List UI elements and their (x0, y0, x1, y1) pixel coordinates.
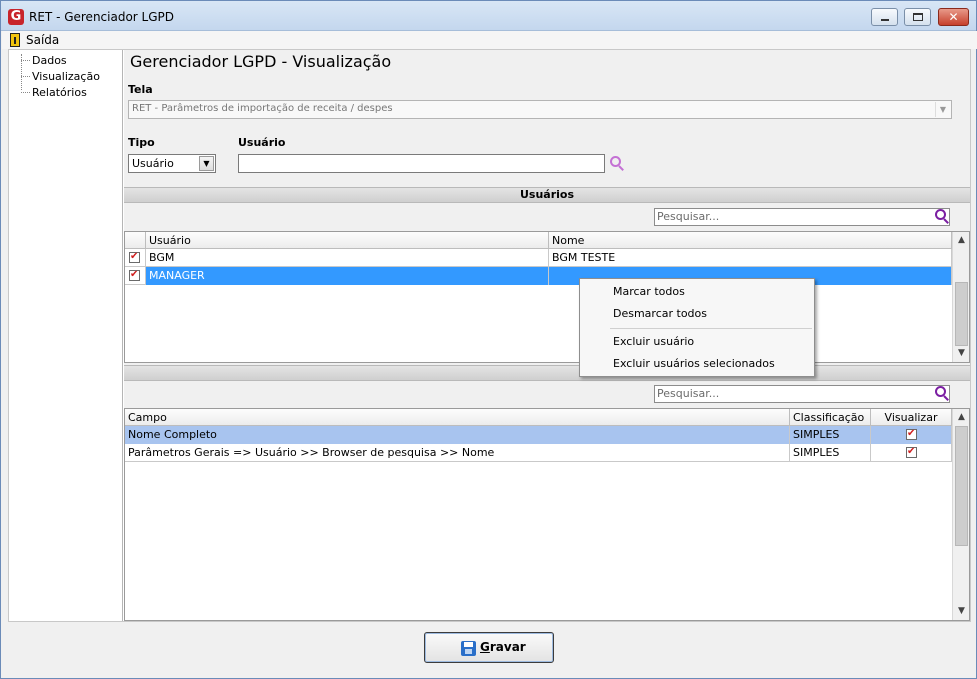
grid-header-usuario[interactable]: Usuário (146, 232, 549, 249)
title-bar[interactable]: G RET - Gerenciador LGPD ✕ (1, 1, 976, 31)
tree-item-relatorios[interactable]: Relatórios (32, 86, 87, 99)
main-panel: Gerenciador LGPD - Visualização Tela RET… (124, 50, 970, 621)
row-checkbox[interactable] (129, 251, 140, 263)
tree-branch (21, 92, 30, 93)
users-scrollbar[interactable]: ▲ ▼ (952, 232, 969, 362)
tree-item-visualizacao[interactable]: Visualização (32, 70, 100, 83)
users-grid: Usuário Nome BGM BGM TESTE MANAGER ▲ ▼ (124, 231, 970, 363)
tree-branch (21, 76, 30, 77)
window-title: RET - Gerenciador LGPD (29, 10, 175, 24)
minimize-button[interactable] (871, 8, 898, 26)
grid-header-classificacao[interactable]: Classificação (790, 409, 871, 426)
grid-header-nome[interactable]: Nome (549, 232, 952, 249)
tipo-select[interactable]: Usuário ▼ (128, 154, 216, 173)
close-icon: ✕ (948, 10, 959, 24)
chevron-down-icon[interactable]: ▼ (199, 156, 214, 171)
menu-exit[interactable]: Saída (26, 33, 59, 47)
footer-bar: Gravar (8, 622, 971, 673)
menu-item-delete-user[interactable]: Excluir usuário (613, 335, 694, 348)
cell-visualizar (871, 444, 952, 462)
chevron-down-icon[interactable]: ▼ (935, 102, 950, 117)
cell-campo: Parâmetros Gerais => Usuário >> Browser … (125, 444, 790, 462)
row-checkbox[interactable] (129, 269, 140, 281)
maximize-button[interactable] (904, 8, 931, 26)
users-search-input[interactable]: Pesquisar... (654, 208, 950, 226)
usuario-label: Usuário (238, 136, 286, 149)
scroll-down-icon[interactable]: ▼ (953, 603, 970, 620)
menu-item-mark-all[interactable]: Marcar todos (613, 285, 685, 298)
menu-item-delete-selected-users[interactable]: Excluir usuários selecionados (613, 357, 775, 370)
scroll-up-icon[interactable]: ▲ (953, 409, 970, 426)
table-row[interactable]: Nome Completo SIMPLES (125, 426, 952, 444)
row-checkbox-cell (125, 249, 146, 267)
tela-combobox[interactable]: RET - Parâmetros de importação de receit… (128, 100, 952, 119)
maximize-icon (913, 13, 923, 21)
cell-classificacao: SIMPLES (790, 426, 871, 444)
floppy-disk-icon (461, 641, 476, 656)
tree-branch (21, 60, 30, 61)
grid-header-check (125, 232, 146, 249)
tipo-value: Usuário (132, 157, 174, 170)
menu-separator (610, 328, 812, 329)
table-row[interactable]: Parâmetros Gerais => Usuário >> Browser … (125, 444, 952, 462)
fields-section-header (124, 365, 970, 381)
cell-classificacao: SIMPLES (790, 444, 871, 462)
table-row[interactable]: BGM BGM TESTE (125, 249, 952, 267)
users-section-header: Usuários (124, 187, 970, 203)
close-button[interactable]: ✕ (938, 8, 969, 26)
cell-usuario: MANAGER (146, 267, 549, 285)
cell-usuario: BGM (146, 249, 549, 267)
save-button[interactable]: Gravar (424, 632, 554, 663)
tela-label: Tela (128, 83, 153, 96)
cell-visualizar (871, 426, 952, 444)
scroll-thumb[interactable] (955, 282, 968, 346)
visualizar-checkbox[interactable] (906, 446, 917, 458)
search-icon[interactable] (934, 208, 950, 224)
save-button-label: Gravar (480, 640, 526, 654)
cell-campo: Nome Completo (125, 426, 790, 444)
fields-grid: Campo Classificação Visualizar Nome Comp… (124, 408, 970, 621)
fields-scrollbar[interactable]: ▲ ▼ (952, 409, 969, 620)
minimize-icon (881, 19, 889, 21)
scroll-down-icon[interactable]: ▼ (953, 345, 970, 362)
menu-item-unmark-all[interactable]: Desmarcar todos (613, 307, 707, 320)
scroll-up-icon[interactable]: ▲ (953, 232, 970, 249)
grid-header-visualizar[interactable]: Visualizar (871, 409, 952, 426)
table-row[interactable]: MANAGER (125, 267, 952, 285)
tree-item-dados[interactable]: Dados (32, 54, 67, 67)
content-area: Dados Visualização Relatórios Gerenciado… (8, 49, 971, 622)
usuario-input[interactable] (238, 154, 605, 173)
exit-door-icon[interactable] (10, 33, 20, 47)
search-icon[interactable] (609, 155, 625, 171)
app-logo-icon: G (8, 9, 24, 25)
tipo-label: Tipo (128, 136, 155, 149)
nav-tree: Dados Visualização Relatórios (9, 50, 123, 621)
tela-value: RET - Parâmetros de importação de receit… (132, 103, 393, 114)
grid-header-campo[interactable]: Campo (125, 409, 790, 426)
page-title: Gerenciador LGPD - Visualização (130, 52, 392, 71)
row-checkbox-cell (125, 267, 146, 285)
app-window: G RET - Gerenciador LGPD ✕ Saída Dados V… (0, 0, 977, 679)
context-menu: Marcar todos Desmarcar todos Excluir usu… (579, 278, 815, 377)
search-icon[interactable] (934, 385, 950, 401)
scroll-thumb[interactable] (955, 426, 968, 546)
cell-nome: BGM TESTE (549, 249, 952, 267)
menu-bar: Saída (2, 31, 977, 49)
fields-search-input[interactable]: Pesquisar... (654, 385, 950, 403)
visualizar-checkbox[interactable] (906, 428, 917, 440)
